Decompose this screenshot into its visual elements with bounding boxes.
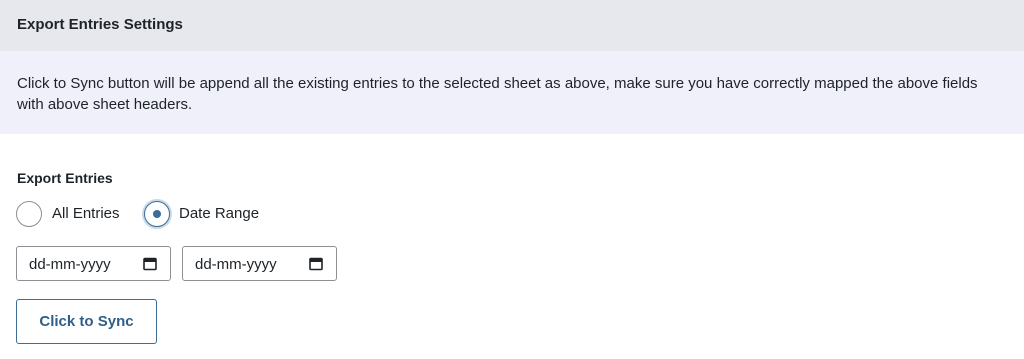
radio-date-range-label[interactable]: Date Range <box>179 205 259 223</box>
export-entries-label: Export Entries <box>17 170 113 186</box>
radio-all-entries-label[interactable]: All Entries <box>52 205 120 223</box>
radio-all-entries[interactable] <box>16 201 42 227</box>
panel-title: Export Entries Settings <box>17 16 183 33</box>
radio-date-range[interactable] <box>144 201 170 227</box>
date-to-placeholder: dd-mm-yyyy <box>195 256 277 273</box>
notice-text: Click to Sync button will be append all … <box>17 75 978 113</box>
date-from-placeholder: dd-mm-yyyy <box>29 256 111 273</box>
calendar-icon[interactable] <box>143 257 157 271</box>
calendar-icon[interactable] <box>309 257 323 271</box>
click-to-sync-button[interactable]: Click to Sync <box>16 299 157 344</box>
date-to-input[interactable]: dd-mm-yyyy <box>182 246 337 281</box>
radio-selected-dot <box>153 210 161 218</box>
date-from-input[interactable]: dd-mm-yyyy <box>16 246 171 281</box>
